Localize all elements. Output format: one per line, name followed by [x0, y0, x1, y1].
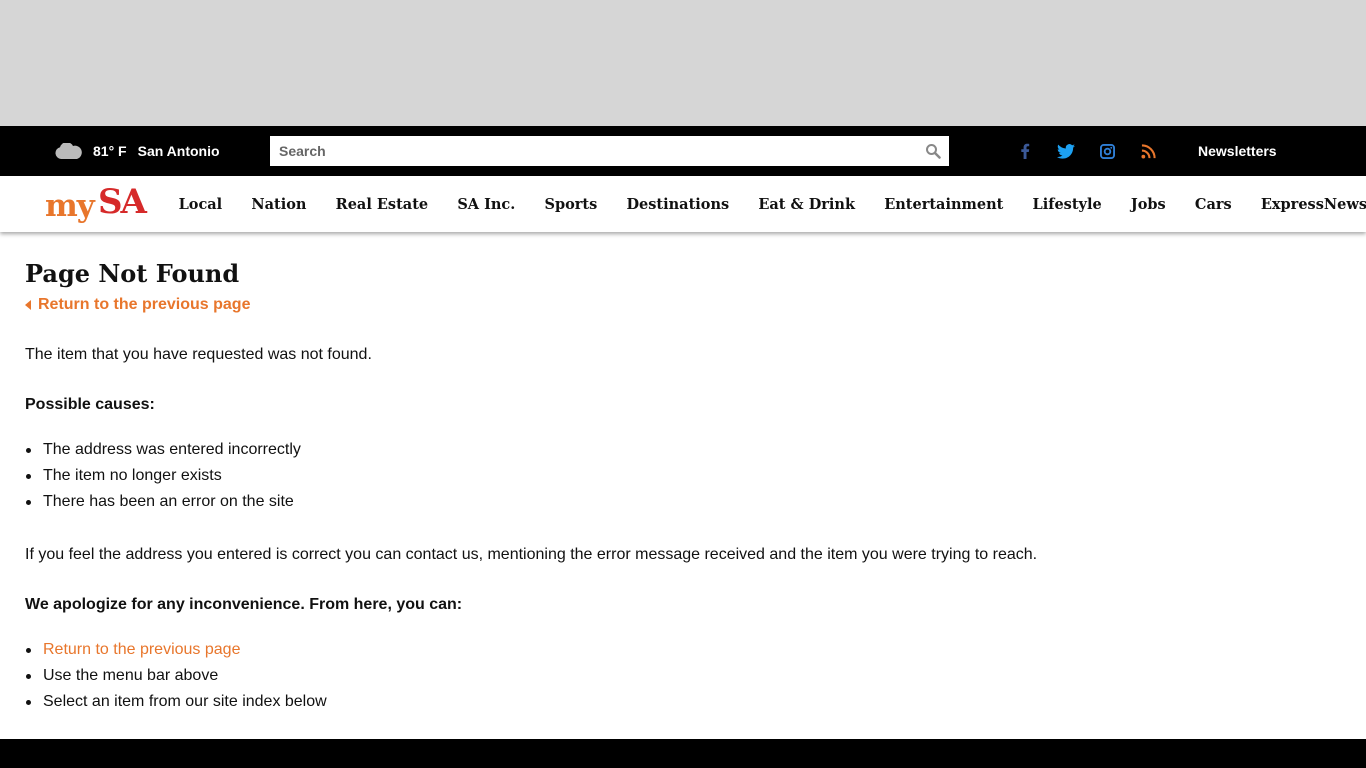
mysa-logo[interactable]: my SA: [45, 182, 151, 226]
page-title: Page Not Found: [25, 259, 240, 288]
social-links: [1012, 126, 1176, 176]
options-list: Return to the previous page Use the menu…: [25, 637, 1341, 715]
ad-banner: [0, 0, 1366, 126]
causes-list: The address was entered incorrectly The …: [25, 437, 1341, 515]
return-previous-label: Return to the previous page: [38, 296, 251, 313]
main-content: Page Not Found Return to the previous pa…: [0, 232, 1366, 739]
weather-temp: 81° F: [93, 143, 127, 159]
options-heading: We apologize for any inconvenience. From…: [25, 596, 463, 613]
return-previous-link[interactable]: Return to the previous page: [25, 295, 1341, 315]
nav-item-nation[interactable]: Nation: [237, 196, 321, 213]
weather-city: San Antonio: [137, 143, 220, 159]
list-item: The item no longer exists: [25, 463, 1341, 489]
twitter-icon[interactable]: [1053, 138, 1079, 164]
nav-item-eat-drink[interactable]: Eat & Drink: [744, 196, 870, 213]
facebook-icon[interactable]: [1012, 138, 1038, 164]
search-icon[interactable]: [925, 143, 941, 159]
list-item: Select an item from our site index below: [25, 689, 1341, 715]
main-navbar: my SA Local Nation Real Estate SA Inc. S…: [0, 176, 1366, 232]
cloud-icon: [55, 143, 82, 159]
nav-item-local[interactable]: Local: [164, 196, 237, 213]
list-item: There has been an error on the site: [25, 489, 1341, 515]
section-nav: Local Nation Real Estate SA Inc. Sports …: [164, 176, 1366, 232]
not-found-message: The item that you have requested was not…: [25, 346, 372, 363]
nav-item-cars[interactable]: Cars: [1180, 196, 1246, 213]
list-item: Use the menu bar above: [25, 663, 1341, 689]
nav-item-expressnews[interactable]: ExpressNews.com: [1246, 196, 1366, 213]
nav-item-entertainment[interactable]: Entertainment: [870, 196, 1018, 213]
newsletters-link[interactable]: Newsletters: [1198, 126, 1277, 176]
instagram-icon[interactable]: [1094, 138, 1120, 164]
return-previous-option-link[interactable]: Return to the previous page: [25, 637, 1341, 663]
nav-item-sports[interactable]: Sports: [530, 196, 612, 213]
list-item: The address was entered incorrectly: [25, 437, 1341, 463]
nav-item-destinations[interactable]: Destinations: [612, 196, 744, 213]
search-box: [270, 136, 949, 166]
logo-my: my: [45, 188, 95, 224]
nav-item-real-estate[interactable]: Real Estate: [321, 196, 443, 213]
causes-heading: Possible causes:: [25, 396, 155, 413]
footer: [0, 739, 1366, 768]
weather-widget[interactable]: 81° F San Antonio: [55, 126, 220, 176]
top-bar: 81° F San Antonio Newsletters: [0, 126, 1366, 176]
nav-item-lifestyle[interactable]: Lifestyle: [1018, 196, 1116, 213]
rss-icon[interactable]: [1135, 138, 1161, 164]
nav-item-sa-inc[interactable]: SA Inc.: [443, 196, 530, 213]
search-input[interactable]: [270, 136, 910, 166]
nav-item-jobs[interactable]: Jobs: [1116, 196, 1180, 213]
logo-sa: SA: [98, 182, 147, 222]
contact-message: If you feel the address you entered is c…: [25, 546, 1038, 563]
caret-left-icon: [25, 300, 31, 310]
